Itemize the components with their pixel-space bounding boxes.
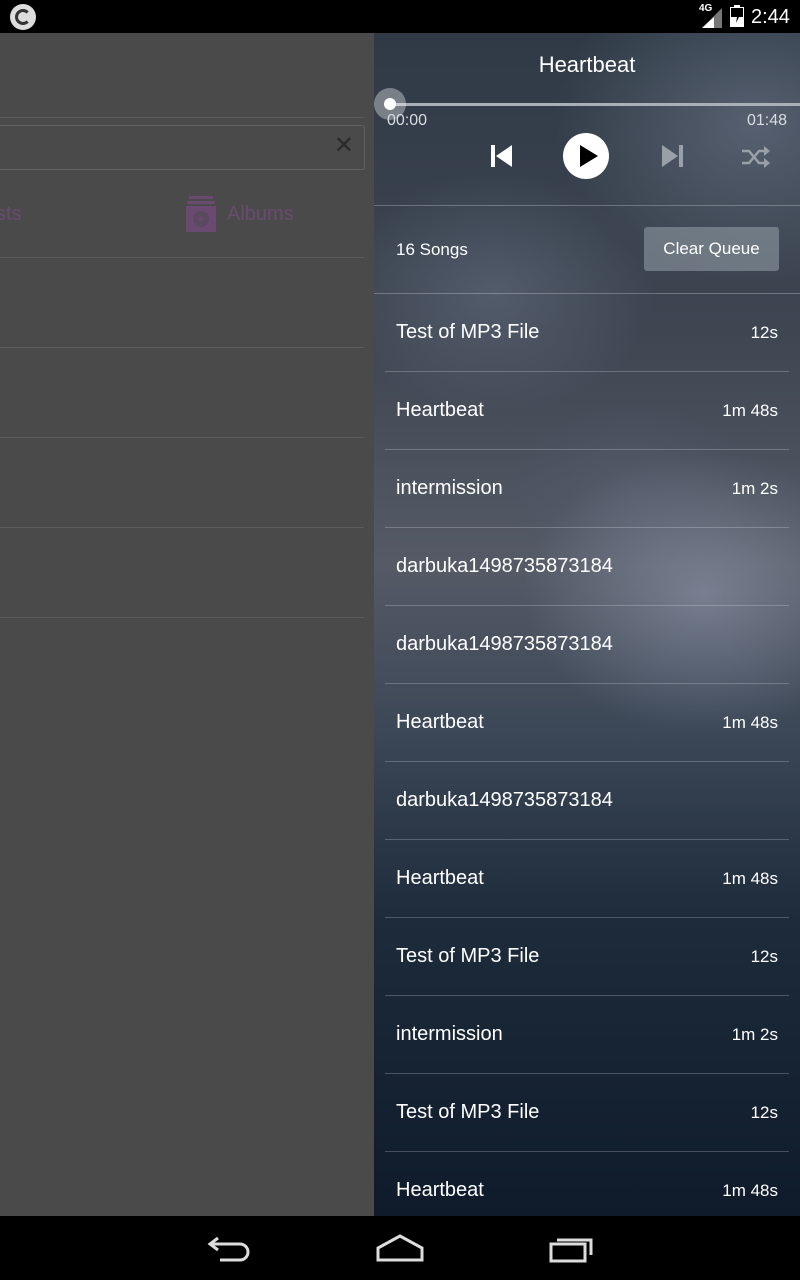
queue-item-duration: 12s [750, 323, 778, 342]
home-icon[interactable] [375, 1232, 425, 1264]
queue-item-title: Test of MP3 File [396, 945, 540, 967]
queue-item-title: Test of MP3 File [396, 321, 540, 343]
queue-item[interactable]: darbuka1498735873184 [385, 762, 789, 840]
play-button[interactable] [563, 133, 609, 179]
queue-item-duration: 1m 48s [722, 1181, 778, 1200]
queue-item-duration: 12s [750, 1103, 778, 1122]
queue-item-title: Test of MP3 File [396, 1101, 540, 1123]
divider [0, 527, 364, 528]
queue-item-duration: 1m 2s [731, 479, 778, 498]
clear-search-icon[interactable]: ✕ [334, 134, 354, 158]
skip-next-icon[interactable] [658, 141, 686, 171]
now-playing-title: Heartbeat [538, 52, 636, 77]
signal-icon [702, 8, 722, 28]
divider [0, 257, 364, 258]
clear-queue-button[interactable]: Clear Queue [644, 227, 779, 271]
clock: 2:44 [751, 6, 790, 28]
queue-list: Test of MP3 File 12s Heartbeat 1m 48s interm… [374, 294, 800, 1216]
now-playing-panel: Heartbeat 00:00 01:48 16 Songs Clear Que… [374, 33, 800, 1216]
divider [0, 347, 364, 348]
queue-item-title: Heartbeat [396, 711, 484, 733]
queue-item-title: Heartbeat [396, 867, 484, 889]
queue-item[interactable]: Test of MP3 File 12s [385, 918, 789, 996]
skip-previous-icon[interactable] [488, 141, 516, 171]
queue-item[interactable]: intermission 1m 2s [385, 996, 789, 1074]
queue-item-duration: 1m 48s [722, 869, 778, 888]
queue-item-title: Heartbeat [396, 1179, 484, 1201]
background-library-screen[interactable]: ✕ sts Albums [0, 33, 374, 1216]
queue-item[interactable]: darbuka1498735873184 [385, 528, 789, 606]
play-icon [580, 145, 598, 167]
queue-item[interactable]: Heartbeat 1m 48s [385, 840, 789, 918]
queue-item[interactable]: darbuka1498735873184 [385, 606, 789, 684]
queue-item-duration: 1m 2s [731, 1025, 778, 1044]
queue-item[interactable]: Test of MP3 File 12s [385, 294, 789, 372]
back-icon[interactable] [206, 1232, 254, 1264]
app-logo-icon [10, 4, 36, 30]
queue-item-title: darbuka1498735873184 [396, 789, 613, 811]
recents-icon[interactable] [548, 1232, 596, 1264]
battery-icon [730, 5, 744, 27]
queue-item[interactable]: Heartbeat 1m 48s [385, 1152, 789, 1216]
queue-item[interactable]: Heartbeat 1m 48s [385, 684, 789, 762]
queue-item[interactable]: intermission 1m 2s [385, 450, 789, 528]
song-count-label: 16 Songs [396, 240, 468, 259]
status-bar: 4G 2:44 [0, 0, 800, 33]
tab-artists[interactable]: sts [0, 203, 22, 226]
queue-item-title: darbuka1498735873184 [396, 633, 613, 655]
queue-item[interactable]: Test of MP3 File 12s [385, 1074, 789, 1152]
elapsed-time: 00:00 [387, 112, 428, 129]
queue-item-duration: 12s [750, 947, 778, 966]
seek-thumb[interactable] [384, 98, 396, 110]
albums-icon [186, 196, 216, 232]
navigation-bar [0, 1216, 800, 1280]
divider [0, 617, 364, 618]
divider [0, 117, 364, 118]
queue-item[interactable]: Heartbeat 1m 48s [385, 372, 789, 450]
queue-item-title: Heartbeat [396, 399, 484, 421]
queue-item-duration: 1m 48s [722, 713, 778, 732]
total-time: 01:48 [746, 112, 787, 129]
queue-item-duration: 1m 48s [722, 401, 778, 420]
queue-item-title: intermission [396, 1023, 503, 1045]
seek-bar[interactable] [390, 103, 800, 106]
divider [374, 205, 800, 206]
divider [0, 437, 364, 438]
tab-albums[interactable]: Albums [227, 203, 294, 226]
search-field[interactable]: ✕ [0, 125, 365, 170]
queue-item-title: intermission [396, 477, 503, 499]
queue-item-title: darbuka1498735873184 [396, 555, 613, 577]
shuffle-icon[interactable] [740, 143, 772, 171]
